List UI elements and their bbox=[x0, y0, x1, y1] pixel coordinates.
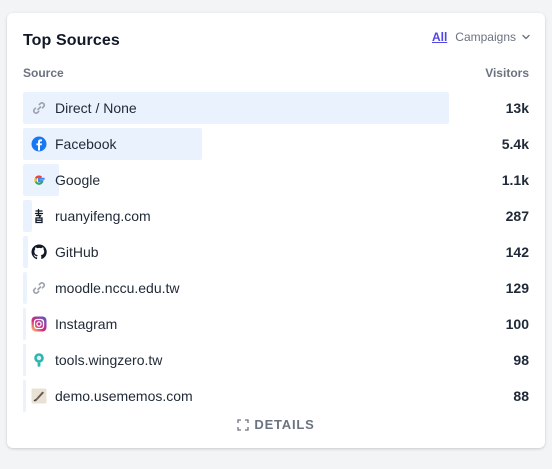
source-row-content: tools.wingzero.tw bbox=[23, 344, 449, 376]
visitors-count: 5.4k bbox=[501, 136, 529, 152]
link-icon bbox=[31, 100, 47, 116]
column-header-visitors: Visitors bbox=[485, 66, 529, 80]
source-label[interactable]: moodle.nccu.edu.tw bbox=[55, 280, 180, 296]
column-header-source: Source bbox=[23, 66, 64, 80]
link-icon bbox=[31, 280, 47, 296]
source-row-content: moodle.nccu.edu.tw bbox=[23, 272, 449, 304]
source-row-content: demo.usememos.com bbox=[23, 380, 449, 412]
source-label[interactable]: Direct / None bbox=[55, 100, 137, 116]
source-row[interactable]: Direct / None 13k bbox=[23, 92, 529, 124]
source-label[interactable]: GitHub bbox=[55, 244, 99, 260]
source-row[interactable]: GitHub 142 bbox=[23, 236, 529, 268]
source-row-content: Google bbox=[23, 164, 449, 196]
card-title: Top Sources bbox=[23, 32, 120, 49]
source-row[interactable]: moodle.nccu.edu.tw 129 bbox=[23, 272, 529, 304]
tab-campaigns-dropdown[interactable]: Campaigns bbox=[455, 30, 531, 44]
details-label: DETAILS bbox=[254, 417, 315, 432]
github-icon bbox=[31, 244, 47, 260]
google-icon bbox=[31, 172, 47, 188]
source-row[interactable]: Instagram 100 bbox=[23, 308, 529, 340]
wingzero-icon bbox=[31, 352, 47, 368]
source-row[interactable]: tools.wingzero.tw 98 bbox=[23, 344, 529, 376]
source-row-content: Facebook bbox=[23, 128, 449, 160]
usememos-icon bbox=[31, 388, 47, 404]
source-label[interactable]: tools.wingzero.tw bbox=[55, 352, 162, 368]
source-label[interactable]: Google bbox=[55, 172, 100, 188]
source-row-content: ruanyifeng.com bbox=[23, 200, 449, 232]
visitors-count: 88 bbox=[513, 388, 529, 404]
source-row-content: Direct / None bbox=[23, 92, 449, 124]
visitors-count: 142 bbox=[505, 244, 529, 260]
instagram-icon bbox=[31, 316, 47, 332]
source-row[interactable]: demo.usememos.com 88 bbox=[23, 380, 529, 412]
source-label[interactable]: Facebook bbox=[55, 136, 116, 152]
visitors-count: 98 bbox=[513, 352, 529, 368]
source-row[interactable]: Google 1.1k bbox=[23, 164, 529, 196]
visitors-count: 287 bbox=[505, 208, 529, 224]
visitors-count: 100 bbox=[505, 316, 529, 332]
source-label[interactable]: ruanyifeng.com bbox=[55, 208, 151, 224]
expand-icon bbox=[237, 419, 250, 431]
visitors-count: 129 bbox=[505, 280, 529, 296]
source-label[interactable]: demo.usememos.com bbox=[55, 388, 193, 404]
tabs: All Campaigns bbox=[432, 30, 531, 44]
source-list: Direct / None 13k Facebook 5.4k Google 1.1k ru… bbox=[23, 92, 529, 416]
visitors-count: 13k bbox=[505, 100, 529, 116]
details-button[interactable]: DETAILS bbox=[7, 417, 545, 432]
ruanyifeng-icon bbox=[31, 208, 47, 224]
source-label[interactable]: Instagram bbox=[55, 316, 117, 332]
chevron-down-icon bbox=[522, 34, 530, 40]
facebook-icon bbox=[31, 136, 47, 152]
source-row[interactable]: Facebook 5.4k bbox=[23, 128, 529, 160]
visitors-count: 1.1k bbox=[501, 172, 529, 188]
source-row-content: GitHub bbox=[23, 236, 449, 268]
source-row-content: Instagram bbox=[23, 308, 449, 340]
tab-all[interactable]: All bbox=[432, 30, 447, 44]
top-sources-card: Top Sources All Campaigns Source Visitor… bbox=[7, 13, 545, 448]
source-row[interactable]: ruanyifeng.com 287 bbox=[23, 200, 529, 232]
tab-campaigns-label: Campaigns bbox=[455, 30, 516, 44]
